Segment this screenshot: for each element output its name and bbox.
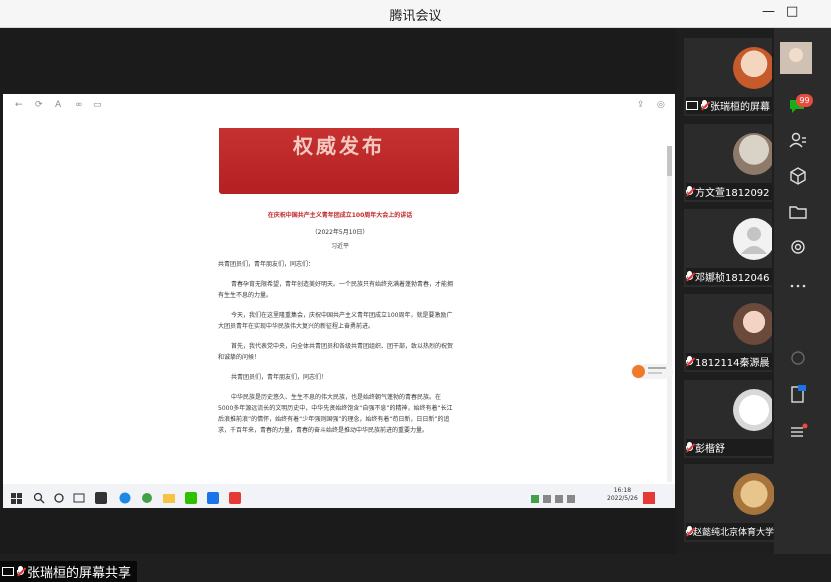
clock-date: 2022/5/26 — [607, 495, 638, 502]
apps-icon[interactable] — [788, 166, 808, 186]
article-author: 习近平 — [330, 243, 349, 250]
wps-icon[interactable] — [229, 489, 241, 504]
avatar — [733, 133, 772, 175]
article-date: （2022年5月10日） — [311, 229, 369, 236]
participant-tile[interactable]: 邓娜桢1812046 — [684, 209, 772, 287]
link-icon[interactable]: ∞ — [75, 100, 83, 110]
article-heading: 在庆祝中国共产主义青年团成立100周年大会上的讲话 — [267, 212, 413, 219]
participant-name: 张瑞桓的屏幕 — [710, 102, 770, 113]
mic-muted-icon — [686, 186, 695, 197]
text-icon[interactable]: A — [55, 100, 61, 110]
scrollbar[interactable] — [667, 146, 672, 482]
participant-name: 邓娜桢1812046 — [695, 273, 770, 284]
extension-icon[interactable]: ◎ — [657, 100, 665, 110]
menu-icon[interactable] — [788, 422, 808, 442]
link-icon[interactable] — [788, 348, 808, 368]
article-paragraph: 共青团员们，青年朋友们，同志们！ — [231, 374, 328, 381]
mic-muted-icon — [686, 271, 695, 282]
avatar — [733, 303, 772, 345]
folder-icon[interactable] — [163, 489, 175, 503]
article: 权威发布 在庆祝中国共产主义青年团成立100周年大会上的讲话 （2022年5月1… — [218, 128, 462, 478]
article-paragraph: 中华民族是历史悠久、生生不息的伟大民族，也是始终朝气蓬勃的青春民族。在5000多… — [218, 394, 453, 434]
settings-icon[interactable] — [788, 237, 808, 257]
minimize-icon[interactable]: — — [762, 4, 775, 19]
floating-widget[interactable] — [631, 364, 673, 379]
screen-icon — [2, 562, 14, 581]
avatar-icon[interactable] — [780, 42, 812, 74]
participant-tile[interactable]: 方文萱1812092 — [684, 124, 772, 202]
edge-icon[interactable] — [119, 489, 131, 504]
tray-icons[interactable] — [531, 489, 581, 503]
app-title: 腾讯会议 — [389, 9, 442, 24]
participant-tile[interactable]: 张瑞桓的屏幕 — [684, 38, 772, 116]
windows-start-icon[interactable] — [11, 489, 23, 504]
participant-name: 1812114秦源晨 — [695, 358, 770, 369]
mic-muted-icon — [17, 566, 26, 577]
avatar — [733, 473, 774, 515]
banner-text: 权威发布 — [293, 134, 385, 158]
shared-screen: ← ⟳ A ∞ ▭ ⇪ ◎ 权威发布 在庆祝中国共产主义青年团成立100周年大会… — [3, 94, 675, 508]
notification-icon[interactable] — [643, 489, 655, 504]
article-paragraph: 共青团员们，青年朋友们，同志们： — [218, 261, 315, 268]
article-paragraph: 首先，我代表党中央，向全体共青团员和各级共青团组织、团干部，致以热烈的祝贺和诚挚… — [218, 343, 454, 361]
meeting-sidebar: 99 — [774, 28, 831, 554]
refresh-icon[interactable]: ⟳ — [35, 100, 43, 110]
window-titlebar: 腾讯会议 — □ — [0, 0, 831, 28]
search-icon[interactable] — [33, 489, 45, 504]
more-icon[interactable] — [788, 276, 808, 296]
meeting-icon[interactable] — [207, 489, 219, 504]
default-avatar-icon — [733, 218, 772, 260]
screen-share-icon — [686, 96, 698, 115]
participant-name: 彭楷舒 — [695, 444, 725, 455]
mic-muted-icon — [701, 100, 710, 111]
participant-tile[interactable]: 彭楷舒 — [684, 380, 772, 458]
app-icon[interactable] — [141, 489, 153, 503]
participant-tile[interactable]: 赵懿纯北京体育大学 — [684, 464, 774, 542]
screen-share-stage: ← ⟳ A ∞ ▭ ⇪ ◎ 权威发布 在庆祝中国共产主义青年团成立100周年大会… — [0, 28, 676, 582]
app-icon[interactable] — [95, 489, 107, 504]
share-icon[interactable]: ⇪ — [637, 100, 645, 110]
task-view-icon[interactable] — [53, 489, 65, 503]
article-banner: 权威发布 — [219, 128, 459, 194]
screen-share-owner: 张瑞桓的屏幕共享 — [27, 566, 132, 581]
folder-icon[interactable] — [788, 202, 808, 222]
chat-unread-badge: 99 — [796, 94, 813, 107]
mic-muted-icon — [686, 526, 695, 537]
maximize-icon[interactable]: □ — [786, 4, 798, 19]
screen-share-label: 张瑞桓的屏幕共享 — [0, 561, 138, 582]
clock-time: 16:18 — [613, 487, 632, 494]
avatar — [733, 47, 772, 89]
widgets-icon[interactable] — [73, 489, 85, 503]
tab-icon[interactable]: ▭ — [93, 100, 102, 110]
avatar — [733, 389, 772, 431]
document-icon[interactable] — [788, 384, 808, 404]
mic-muted-icon — [686, 442, 695, 453]
windows-taskbar: 16:18 2022/5/26 — [3, 484, 675, 508]
browser-toolbar: ← ⟳ A ∞ ▭ ⇪ ◎ — [3, 94, 675, 118]
article-paragraph: 今天，我们在这里隆重集会，庆祝中国共产主义青年团成立100周年，就是要激励广大团… — [218, 312, 453, 330]
back-icon[interactable]: ← — [15, 100, 23, 110]
participant-name: 赵懿纯北京体育大学 — [692, 528, 774, 538]
wechat-icon[interactable] — [185, 489, 197, 504]
mic-muted-icon — [686, 356, 695, 367]
members-icon[interactable] — [788, 130, 808, 150]
participant-name: 方文萱1812092 — [695, 188, 770, 199]
taskbar-clock: 16:18 2022/5/26 — [607, 487, 638, 503]
article-paragraph: 青春孕育无限希望，青年创造美好明天。一个民族只有始终充满着蓬勃青春，才能拥有生生… — [218, 281, 454, 299]
participant-tile[interactable]: 1812114秦源晨 — [684, 294, 772, 372]
participant-list: 张瑞桓的屏幕 方文萱1812092 邓娜桢1812046 1812114秦源晨 … — [676, 28, 774, 554]
